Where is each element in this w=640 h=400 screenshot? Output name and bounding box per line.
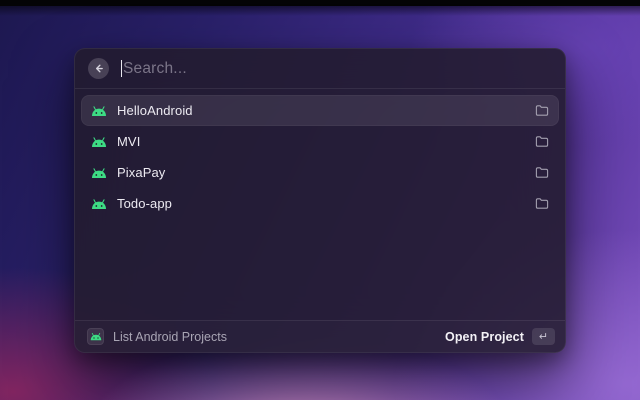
folder-icon [535,197,549,210]
list-item-label: HelloAndroid [117,103,193,118]
text-caret [121,60,122,77]
list-item-label: PixaPay [117,165,165,180]
search-placeholder: Search... [123,60,187,78]
folder-icon [535,104,549,117]
back-button[interactable] [88,58,109,79]
launcher-window: Search... HelloAndroid [74,48,566,353]
list-item-label: MVI [117,134,140,149]
android-icon [91,198,107,210]
desktop-wallpaper: Search... HelloAndroid [0,0,640,400]
command-name: List Android Projects [113,330,227,344]
list-item-todo-app[interactable]: Todo-app [81,188,559,219]
enter-key-icon: ↵ [532,328,555,345]
list-item-helloandroid[interactable]: HelloAndroid [81,95,559,126]
android-icon [91,105,107,117]
primary-action-label: Open Project [445,330,524,344]
back-arrow-icon [93,63,104,74]
android-icon [91,136,107,148]
folder-icon [535,135,549,148]
android-icon [91,167,107,179]
footer-bar: List Android Projects Open Project ↵ [75,320,565,352]
list-item-label: Todo-app [117,196,172,211]
menu-bar-shadow [0,6,640,16]
open-project-button[interactable]: Open Project ↵ [445,328,555,345]
results-list: HelloAndroid MVI [75,89,565,320]
list-item-mvi[interactable]: MVI [81,126,559,157]
search-header: Search... [75,49,565,89]
list-item-pixapay[interactable]: PixaPay [81,157,559,188]
command-android-icon [87,328,104,345]
search-input[interactable]: Search... [121,49,552,88]
folder-icon [535,166,549,179]
